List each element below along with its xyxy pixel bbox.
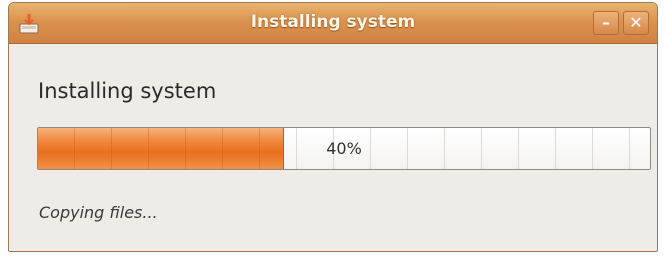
progress-label: 40% xyxy=(326,139,362,158)
minimize-button[interactable]: – xyxy=(593,11,619,35)
title-bar[interactable]: Installing system – ✕ xyxy=(9,3,657,44)
close-icon: ✕ xyxy=(629,13,643,32)
window-title: Installing system xyxy=(250,12,416,32)
installer-window: Installing system – ✕ Installing system … xyxy=(8,2,658,252)
minimize-icon: – xyxy=(602,13,610,32)
page-title: Installing system xyxy=(38,79,217,103)
progress-bar: 40% xyxy=(37,127,651,170)
status-text: Copying files... xyxy=(39,203,158,222)
close-button[interactable]: ✕ xyxy=(623,11,649,35)
